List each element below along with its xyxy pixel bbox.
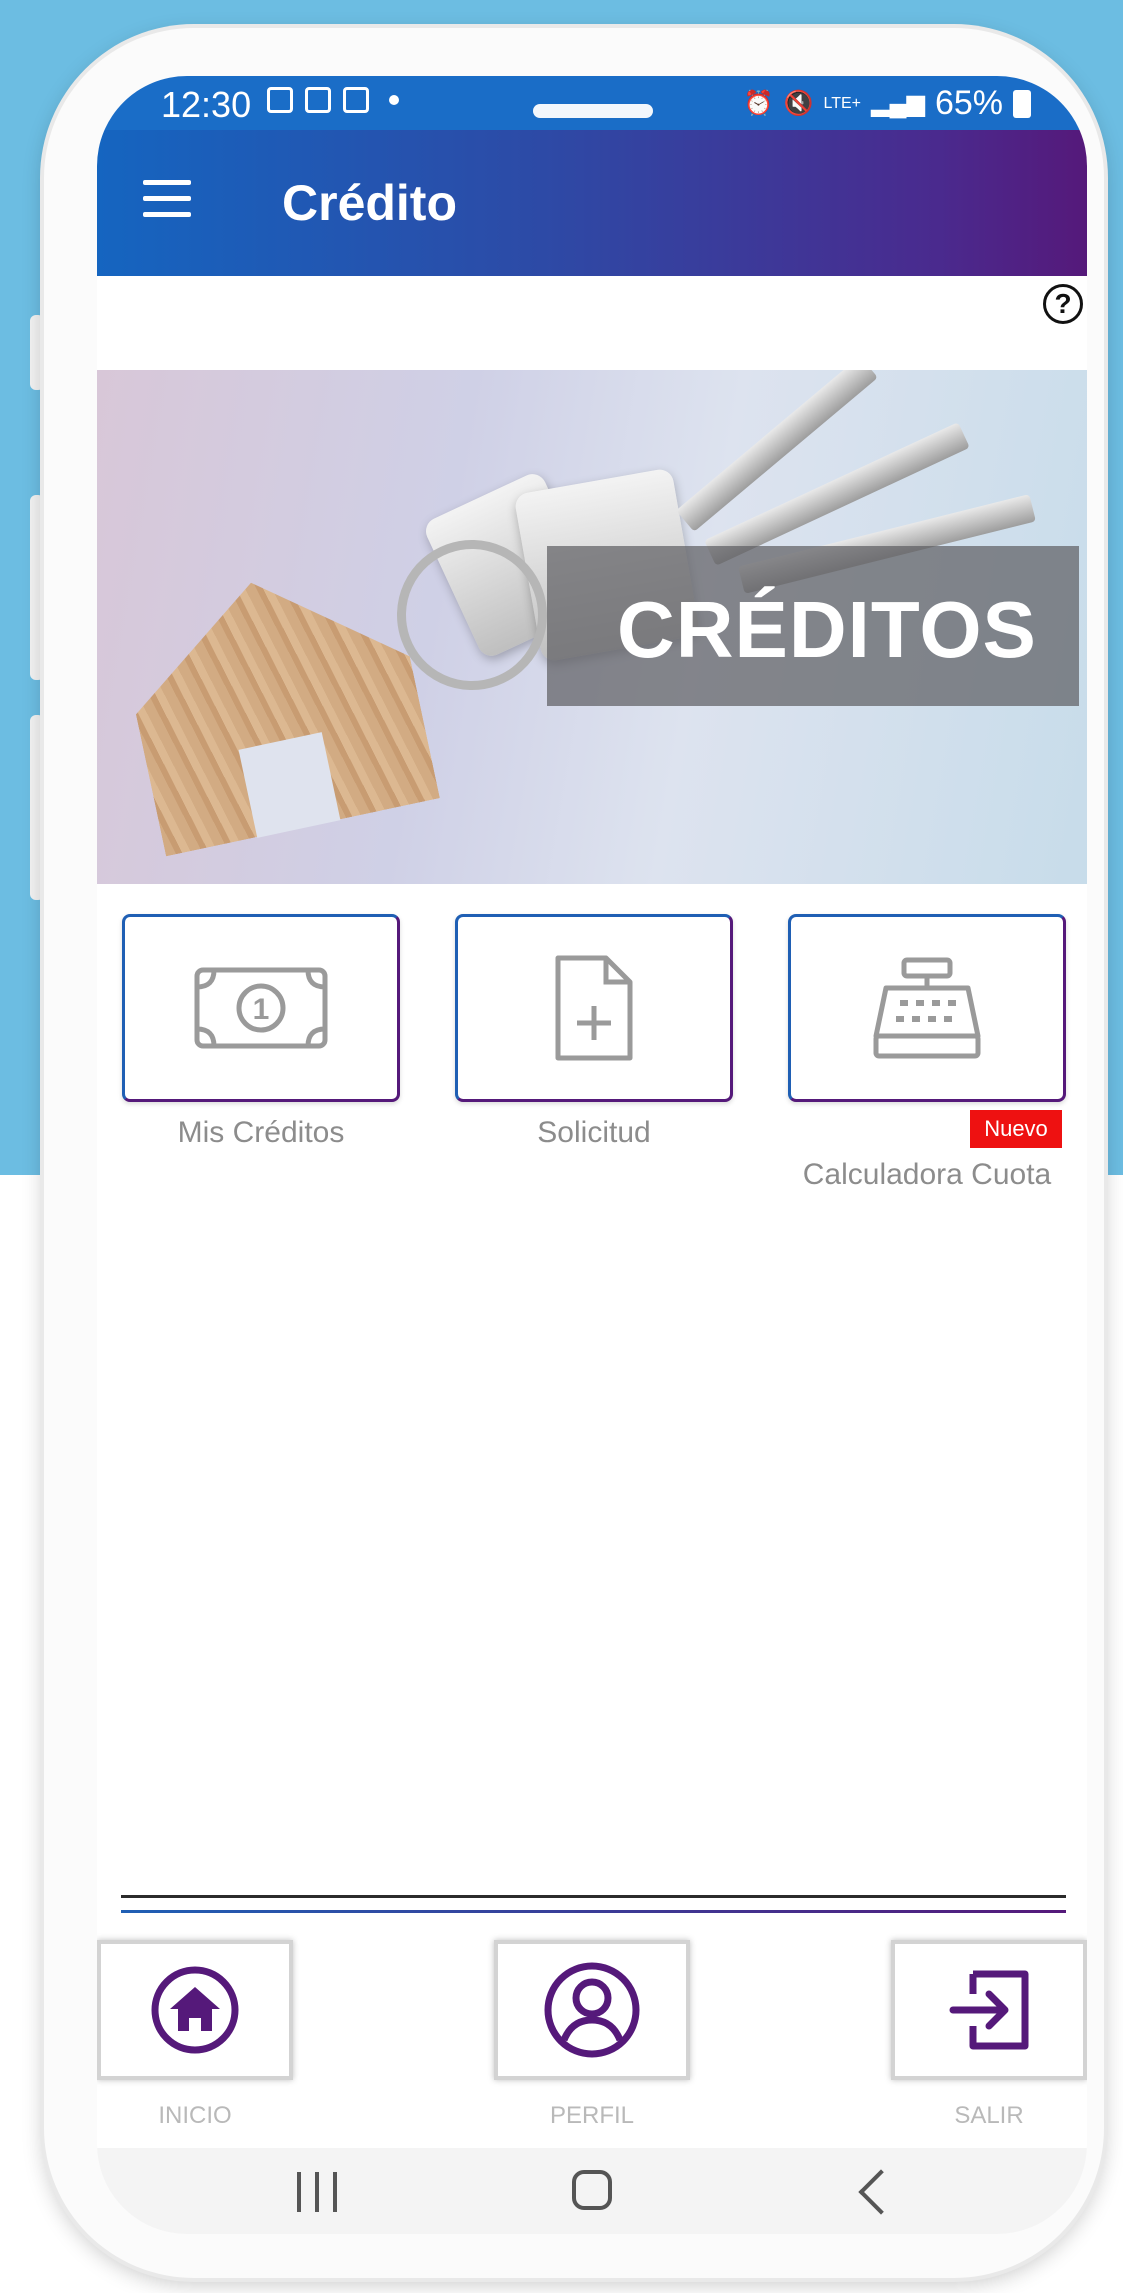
more-notifications-icon	[389, 95, 399, 105]
back-icon[interactable]	[858, 2169, 904, 2215]
calculadora-cuota-button[interactable]	[788, 914, 1066, 1102]
logout-icon	[949, 1970, 1029, 2050]
battery-icon	[1013, 89, 1031, 118]
salir-label: SALIR	[954, 2102, 1024, 2129]
home-system-icon[interactable]	[572, 2170, 612, 2210]
solicitud-label: Solicitud	[537, 1116, 651, 1149]
phone-side-button	[30, 495, 44, 680]
credits-banner: CRÉDITOS	[97, 370, 1087, 884]
signal-icon: ▂▄▆	[871, 90, 925, 117]
salir-button[interactable]	[891, 1940, 1087, 2080]
alarm-icon: ⏰	[743, 90, 774, 117]
menu-icon[interactable]	[143, 180, 191, 218]
options-grid: 1	[97, 914, 1087, 1244]
file-add-icon	[555, 955, 633, 1061]
profile-icon	[544, 1962, 640, 2058]
svg-text:1: 1	[253, 993, 270, 1026]
gallery-notification-icon	[267, 87, 293, 113]
recent-apps-icon[interactable]	[297, 2172, 337, 2212]
mis-creditos-button[interactable]: 1	[122, 914, 400, 1102]
divider	[121, 1895, 1066, 1898]
notification-icons	[267, 87, 399, 113]
network-type: LTE+	[823, 94, 862, 112]
solicitud-button[interactable]	[455, 914, 733, 1102]
status-time: 12:30	[161, 84, 252, 125]
status-right: ⏰ 🔇 LTE+ ▂▄▆ 65%	[744, 84, 1031, 123]
perfil-label: PERFIL	[549, 2102, 635, 2129]
divider-gradient	[121, 1910, 1066, 1913]
mute-icon: 🔇	[783, 90, 814, 117]
banner-label: CRÉDITOS	[617, 585, 1037, 674]
phone-side-button	[30, 315, 44, 390]
cash-register-icon	[873, 957, 981, 1059]
money-bill-icon: 1	[194, 967, 328, 1049]
status-bar: 12:30 ⏰ 🔇 LTE+ ▂▄▆ 65%	[97, 76, 1087, 130]
phone-screen: 12:30 ⏰ 🔇 LTE+ ▂▄▆ 65% Crédito ? CRÉDITO…	[97, 76, 1087, 2234]
gmail-notification-icon	[305, 87, 331, 113]
help-icon[interactable]: ?	[1043, 284, 1083, 324]
phone-side-button	[30, 715, 44, 900]
system-navigation-bar	[97, 2148, 1087, 2234]
app-notification-icon	[343, 87, 369, 113]
page-title: Crédito	[282, 175, 457, 231]
inicio-button[interactable]	[97, 1940, 293, 2080]
mis-creditos-label: Mis Créditos	[177, 1116, 345, 1149]
home-icon	[151, 1966, 239, 2054]
camera-notch	[533, 104, 653, 118]
battery-percent: 65%	[934, 84, 1003, 122]
perfil-button[interactable]	[494, 1940, 690, 2080]
new-badge: Nuevo	[970, 1110, 1062, 1148]
calculadora-cuota-label: Calculadora Cuota	[802, 1158, 1052, 1191]
inicio-label: INICIO	[158, 2102, 232, 2129]
house-window	[238, 732, 341, 838]
app-bar: Crédito	[97, 130, 1087, 276]
